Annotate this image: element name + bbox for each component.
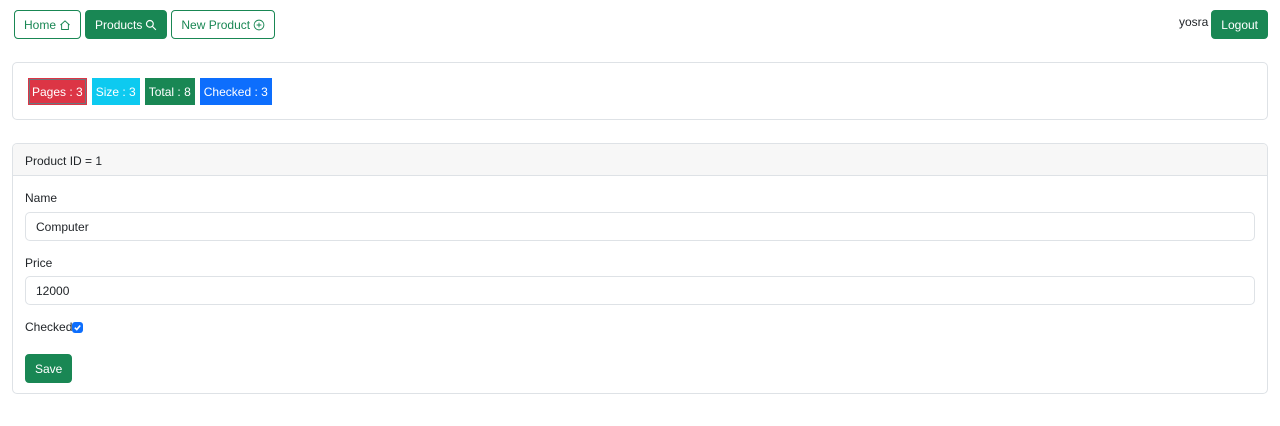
products-button-label: Products [95, 17, 143, 32]
card-header: Product ID = 1 [13, 144, 1267, 176]
stats-card: Pages : 3 Size : 3 Total : 8 Checked : 3 [12, 62, 1268, 120]
products-button[interactable]: Products [85, 10, 168, 39]
new-product-button-label: New Product [181, 17, 251, 32]
checked-badge: Checked : 3 [199, 78, 272, 105]
checked-label: Checked [25, 320, 73, 334]
price-label: Price [25, 256, 53, 270]
pages-badge: Pages : 3 [28, 78, 87, 105]
name-label: Name [25, 191, 58, 205]
top-navigation: Home Products New Product [14, 10, 276, 39]
user-area: yosra Logout [1179, 10, 1268, 39]
checked-checkbox[interactable] [72, 321, 84, 333]
price-input[interactable] [25, 276, 1255, 305]
name-input[interactable] [25, 212, 1255, 241]
username: yosra [1178, 14, 1209, 29]
home-button[interactable]: Home [14, 10, 82, 39]
home-button-label: Home [24, 17, 57, 32]
product-edit-card: Product ID = 1 Name Price Checked Save [12, 143, 1268, 394]
logout-button[interactable]: Logout [1211, 10, 1268, 39]
stats-badges: Pages : 3 Size : 3 Total : 8 Checked : 3 [28, 78, 272, 105]
total-badge: Total : 8 [144, 78, 195, 105]
new-product-button[interactable]: New Product [171, 10, 276, 39]
check-icon [74, 324, 82, 331]
house-icon [60, 19, 70, 30]
save-button[interactable]: Save [25, 354, 73, 383]
search-icon [146, 19, 157, 30]
plus-circle-icon [253, 19, 265, 30]
checked-row: Checked [25, 320, 84, 334]
size-badge: Size : 3 [91, 78, 140, 105]
